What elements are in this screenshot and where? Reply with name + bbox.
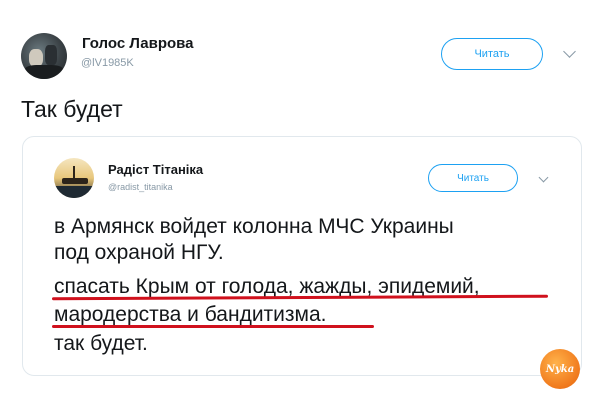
quoted-author-name[interactable]: Радіст Тітаніка xyxy=(108,162,203,177)
tweet-card: Голос Лаврова @lV1985K Читать Так будет … xyxy=(0,0,601,409)
quoted-text-line: так будет. xyxy=(54,332,148,355)
author-handle[interactable]: @lV1985K xyxy=(81,57,134,69)
quoted-text-line: под охраной НГУ. xyxy=(54,241,224,264)
quoted-author-avatar[interactable] xyxy=(54,158,94,198)
quoted-follow-button[interactable]: Читать xyxy=(428,164,518,192)
quoted-text-line: в Армянск войдет колонна МЧС Украины xyxy=(54,215,454,238)
quoted-author-handle[interactable]: @radist_titanika xyxy=(108,182,173,192)
red-underline xyxy=(52,325,374,328)
chevron-down-icon[interactable] xyxy=(563,45,576,58)
tweet-text: Так будет xyxy=(21,96,123,122)
watermark-logo: Nyka xyxy=(540,349,580,389)
quoted-text-line: мародерства и бандитизма. xyxy=(54,303,327,326)
follow-button[interactable]: Читать xyxy=(441,38,543,70)
author-avatar[interactable] xyxy=(21,33,67,79)
author-name[interactable]: Голос Лаврова xyxy=(82,35,194,52)
